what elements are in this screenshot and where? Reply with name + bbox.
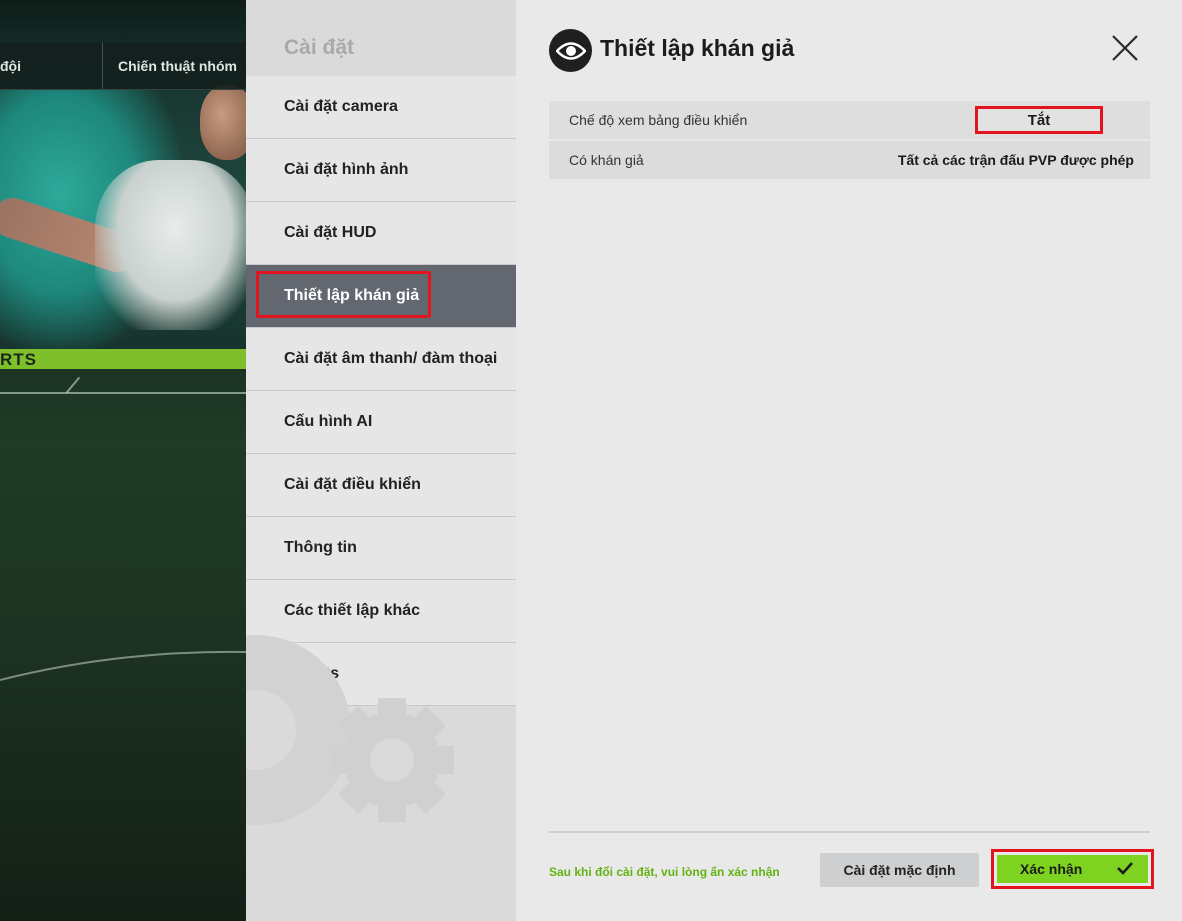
sidebar-menu: Cài đặt camera Cài đặt hình ảnh Cài đặt HU… xyxy=(246,76,516,706)
panel-title: Thiết lập khán giả xyxy=(600,35,795,61)
settings-sidebar: Cài đặt Cài đặt camera Cài đặt hình ảnh Cà… xyxy=(246,0,516,921)
sidebar-item-label: Thiết lập khán giả xyxy=(284,287,420,304)
sidebar-item-label: Các thiết lập khác xyxy=(284,602,421,619)
setting-label: Chế độ xem bảng điều khiển xyxy=(569,112,748,128)
pitch-arc xyxy=(0,650,246,681)
eye-icon xyxy=(549,29,592,72)
settings-panel: Thiết lập khán giả Chế độ xem bảng điều … xyxy=(516,0,1182,921)
sidebar-item-2[interactable]: Cài đặt HUD xyxy=(246,202,516,265)
sidebar-item-5[interactable]: Cấu hình AI xyxy=(246,391,516,454)
setting-label: Có khán giả xyxy=(569,152,644,168)
nav-divider xyxy=(102,42,103,90)
footer-note: Sau khi đổi cài đặt, vui lòng ấn xác nhậ… xyxy=(549,865,780,879)
setting-row-spectators[interactable]: Có khán giả Tất cả các trận đấu PVP được… xyxy=(549,141,1150,179)
sidebar-item-label: Thông tin xyxy=(284,539,357,556)
close-button[interactable] xyxy=(1104,27,1146,69)
sidebar-item-label: Cài đặt camera xyxy=(284,98,398,115)
ad-board: RTS xyxy=(0,349,246,369)
footer-divider xyxy=(549,831,1150,833)
sidebar-item-0[interactable]: Cài đặt camera xyxy=(246,76,516,139)
spectators-value[interactable]: Tất cả các trận đấu PVP được phép xyxy=(898,152,1134,168)
pitch-line xyxy=(0,392,246,394)
check-icon xyxy=(1117,862,1133,875)
player-head xyxy=(200,85,246,160)
sidebar-item-label: Cài đặt điều khiển xyxy=(284,476,421,493)
sidebar-item-3[interactable]: Thiết lập khán giả xyxy=(246,265,516,328)
nav-tab-team: đội xyxy=(0,58,21,74)
sidebar-title: Cài đặt xyxy=(284,36,355,59)
confirm-label: Xác nhận xyxy=(1020,861,1083,877)
sidebar-item-9[interactable]: Credits xyxy=(246,643,516,706)
close-icon xyxy=(1112,35,1138,61)
setting-row-dashboard-view: Chế độ xem bảng điều khiển Tắt xyxy=(549,101,1150,139)
sidebar-item-4[interactable]: Cài đặt âm thanh/ đàm thoại xyxy=(246,328,516,391)
sidebar-item-label: Cài đặt hình ảnh xyxy=(284,161,409,178)
confirm-highlight: Xác nhận xyxy=(991,849,1154,889)
sidebar-item-1[interactable]: Cài đặt hình ảnh xyxy=(246,139,516,202)
reset-defaults-button[interactable]: Cài đặt mặc định xyxy=(820,853,979,887)
background-nav-strip: đội Chiến thuật nhóm xyxy=(0,42,246,90)
pitch-line xyxy=(65,376,81,394)
sidebar-item-6[interactable]: Cài đặt điều khiển xyxy=(246,454,516,517)
confirm-button[interactable]: Xác nhận xyxy=(997,855,1148,883)
dashboard-view-toggle[interactable]: Tắt xyxy=(975,106,1103,134)
game-background: đội Chiến thuật nhóm RTS xyxy=(0,0,246,921)
sidebar-item-7[interactable]: Thông tin xyxy=(246,517,516,580)
nav-tab-tactics: Chiến thuật nhóm xyxy=(118,58,237,74)
player-figure xyxy=(95,160,246,330)
sidebar-item-label: Credits xyxy=(284,665,340,682)
settings-table: Chế độ xem bảng điều khiển Tắt Có khán g… xyxy=(549,101,1150,181)
sidebar-item-label: Cấu hình AI xyxy=(284,413,373,430)
sidebar-item-label: Cài đặt âm thanh/ đàm thoại xyxy=(284,350,498,367)
ad-board-text: RTS xyxy=(0,350,37,369)
sidebar-item-label: Cài đặt HUD xyxy=(284,224,377,241)
sidebar-item-8[interactable]: Các thiết lập khác xyxy=(246,580,516,643)
